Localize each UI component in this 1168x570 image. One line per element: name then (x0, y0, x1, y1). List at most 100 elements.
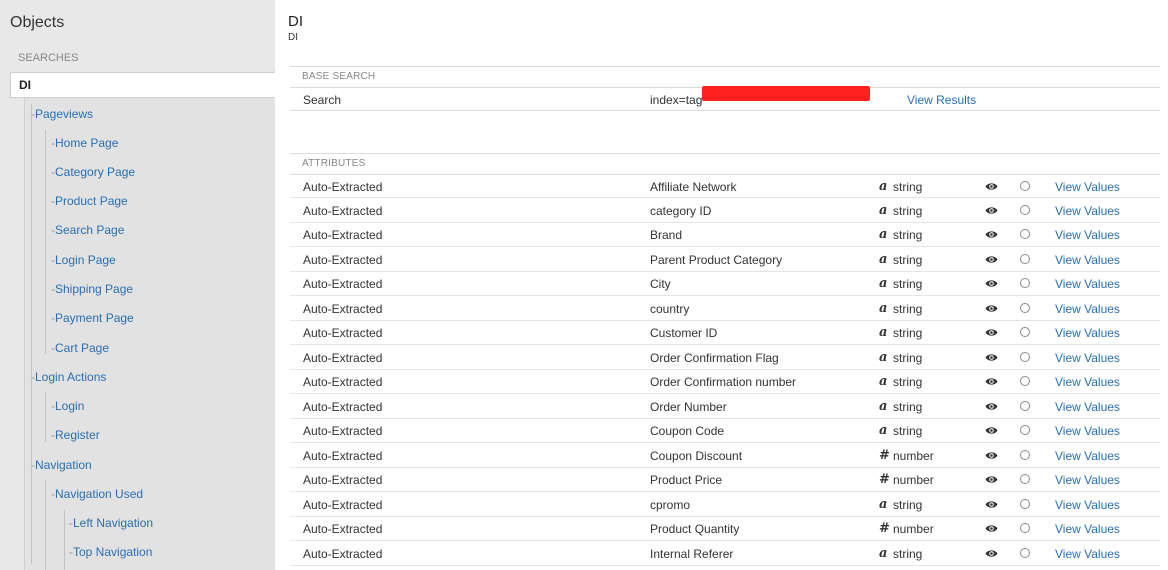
tree-item-home-page[interactable]: -Home Page (51, 133, 118, 153)
radio-button-icon[interactable] (1020, 499, 1030, 509)
attribute-row: Auto-Extracted Product Price # number View V… (290, 468, 1160, 492)
tree-item-pageviews[interactable]: -Pageviews (31, 104, 93, 124)
section-divider (290, 66, 1160, 67)
attribute-row: Auto-Extracted Order Number a string View Va… (290, 395, 1160, 419)
view-values-link[interactable]: View Values (1055, 199, 1120, 223)
eye-icon[interactable] (985, 377, 998, 386)
eye-icon[interactable] (985, 304, 998, 313)
view-values-link[interactable]: View Values (1055, 175, 1120, 199)
radio-button-icon[interactable] (1020, 229, 1030, 239)
tree-item-login[interactable]: -Login (51, 396, 84, 416)
tree-item-top-navigation[interactable]: -Top Navigation (69, 542, 152, 562)
eye-icon[interactable] (985, 549, 998, 558)
radio-button-icon[interactable] (1020, 181, 1030, 191)
view-values-link[interactable]: View Values (1055, 272, 1120, 296)
eye-icon[interactable] (985, 230, 998, 239)
tree-item-cart-page[interactable]: -Cart Page (51, 338, 109, 358)
attribute-row: Auto-Extracted Coupon Code a string View Val… (290, 419, 1160, 443)
tree-item-navigation[interactable]: -Navigation (31, 455, 92, 475)
eye-icon[interactable] (985, 451, 998, 460)
tree-item-search-page[interactable]: -Search Page (51, 220, 124, 240)
radio-button-icon[interactable] (1020, 254, 1030, 264)
view-values-link[interactable]: View Values (1055, 419, 1120, 443)
eye-icon[interactable] (985, 402, 998, 411)
eye-icon[interactable] (985, 182, 998, 191)
eye-icon[interactable] (985, 255, 998, 264)
attribute-source: Auto-Extracted (303, 228, 383, 242)
type-icon: a (879, 301, 888, 316)
tree-item-label: Product Page (55, 194, 128, 208)
type-icon: a (879, 546, 888, 561)
eye-icon[interactable] (985, 426, 998, 435)
attribute-name: City (650, 277, 671, 291)
section-divider (290, 153, 1160, 154)
radio-button-icon[interactable] (1020, 523, 1030, 533)
view-values-link[interactable]: View Values (1055, 223, 1120, 247)
eye-icon[interactable] (985, 353, 998, 362)
attribute-source: Auto-Extracted (303, 326, 383, 340)
view-values-link[interactable]: View Values (1055, 297, 1120, 321)
searches-section-label: SEARCHES (18, 52, 79, 64)
tree-item-login-actions[interactable]: -Login Actions (31, 367, 106, 387)
radio-button-icon[interactable] (1020, 548, 1030, 558)
view-values-link[interactable]: View Values (1055, 468, 1120, 492)
radio-button-icon[interactable] (1020, 376, 1030, 386)
radio-button-icon[interactable] (1020, 474, 1030, 484)
attribute-name: Order Number (650, 400, 727, 414)
view-values-link[interactable]: View Values (1055, 493, 1120, 517)
view-values-link[interactable]: View Values (1055, 395, 1120, 419)
tree-item-register[interactable]: -Register (51, 425, 100, 445)
tree-item-navigation-used[interactable]: -Navigation Used (51, 484, 143, 504)
radio-button-icon[interactable] (1020, 278, 1030, 288)
attribute-type: string (893, 424, 923, 438)
tree-item-shipping-page[interactable]: -Shipping Page (51, 279, 133, 299)
selected-search-di[interactable]: DI (10, 72, 275, 98)
attribute-name: country (650, 302, 690, 316)
view-values-link[interactable]: View Values (1055, 444, 1120, 468)
radio-button-icon[interactable] (1020, 425, 1030, 435)
attribute-name: Order Confirmation number (650, 375, 797, 389)
attribute-source: Auto-Extracted (303, 547, 383, 561)
attribute-source: Auto-Extracted (303, 522, 383, 536)
eye-icon[interactable] (985, 524, 998, 533)
eye-icon[interactable] (985, 328, 998, 337)
view-values-link[interactable]: View Values (1055, 542, 1120, 566)
attribute-name: cpromo (650, 498, 691, 512)
eye-icon[interactable] (985, 206, 998, 215)
attribute-row: Auto-Extracted cpromo a string View Values (290, 493, 1160, 517)
eye-icon[interactable] (985, 279, 998, 288)
type-icon: # (879, 472, 890, 487)
attribute-type: string (893, 326, 923, 340)
type-icon: a (879, 203, 888, 218)
view-results-link[interactable]: View Results (907, 88, 976, 112)
radio-button-icon[interactable] (1020, 450, 1030, 460)
tree-item-category-page[interactable]: -Category Page (51, 162, 135, 182)
tree-item-payment-page[interactable]: -Payment Page (51, 308, 134, 328)
radio-button-icon[interactable] (1020, 327, 1030, 337)
attribute-row: Auto-Extracted Coupon Discount # number View… (290, 444, 1160, 468)
view-values-link[interactable]: View Values (1055, 346, 1120, 370)
radio-button-icon[interactable] (1020, 205, 1030, 215)
attribute-source: Auto-Extracted (303, 351, 383, 365)
view-values-link[interactable]: View Values (1055, 517, 1120, 541)
attribute-source: Auto-Extracted (303, 400, 383, 414)
tree-item-label: Home Page (55, 136, 119, 150)
view-values-link[interactable]: View Values (1055, 248, 1120, 272)
view-values-link[interactable]: View Values (1055, 321, 1120, 345)
view-values-link[interactable]: View Values (1055, 370, 1120, 394)
objects-sidebar: Objects SEARCHES DI -Pageviews -Home Pag… (0, 0, 275, 570)
tree-item-left-navigation[interactable]: -Left Navigation (69, 513, 153, 533)
radio-button-icon[interactable] (1020, 303, 1030, 313)
tree-item-product-page[interactable]: -Product Page (51, 191, 128, 211)
tree-item-login-page[interactable]: -Login Page (51, 250, 116, 270)
radio-button-icon[interactable] (1020, 401, 1030, 411)
attribute-name: Internal Referer (650, 547, 734, 561)
attribute-row: Auto-Extracted Internal Referer a string Vie… (290, 542, 1160, 566)
eye-icon[interactable] (985, 475, 998, 484)
attribute-type: number (893, 522, 934, 536)
tree-guide-line (45, 480, 46, 570)
radio-button-icon[interactable] (1020, 352, 1030, 362)
eye-icon[interactable] (985, 500, 998, 509)
attribute-source: Auto-Extracted (303, 449, 383, 463)
attribute-source: Auto-Extracted (303, 277, 383, 291)
